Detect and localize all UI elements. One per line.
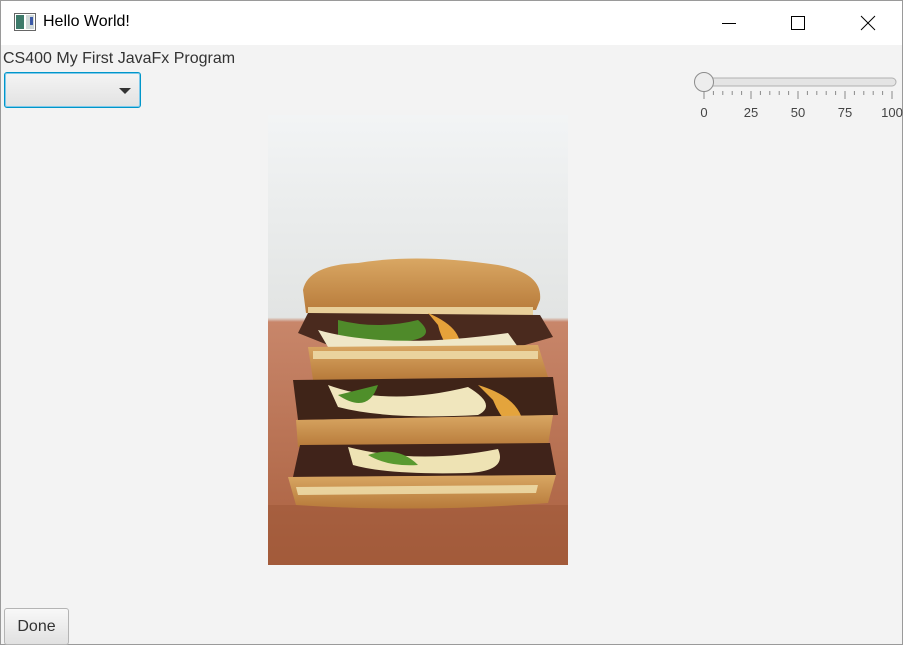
done-button[interactable]: Done: [4, 608, 69, 645]
sandwich-image: [268, 115, 568, 565]
chevron-down-icon: [119, 88, 131, 94]
minimize-icon: [722, 23, 736, 24]
app-icon: [14, 13, 36, 31]
close-icon: [860, 15, 876, 31]
slider-ticks: [703, 91, 893, 99]
minimize-button[interactable]: [706, 1, 752, 45]
maximize-button[interactable]: [775, 1, 821, 45]
title-bar[interactable]: Hello World!: [1, 1, 902, 45]
program-heading: CS400 My First JavaFx Program: [3, 50, 236, 67]
app-window: Hello World! CS400 My First JavaFx Progr…: [0, 0, 903, 645]
slider-tick-label: 25: [743, 105, 759, 120]
window-title: Hello World!: [43, 13, 130, 30]
slider-tick-label: 0: [700, 105, 708, 120]
maximize-icon: [791, 16, 805, 30]
close-button[interactable]: [845, 1, 891, 45]
combo-box[interactable]: [4, 72, 141, 108]
slider-tick-label: 75: [837, 105, 853, 120]
slider-track[interactable]: [694, 77, 897, 87]
slider[interactable]: 0 25 50 75 100: [693, 71, 903, 123]
slider-tick-label: 100: [881, 105, 903, 120]
slider-thumb[interactable]: [694, 72, 714, 92]
slider-tick-label: 50: [790, 105, 806, 120]
